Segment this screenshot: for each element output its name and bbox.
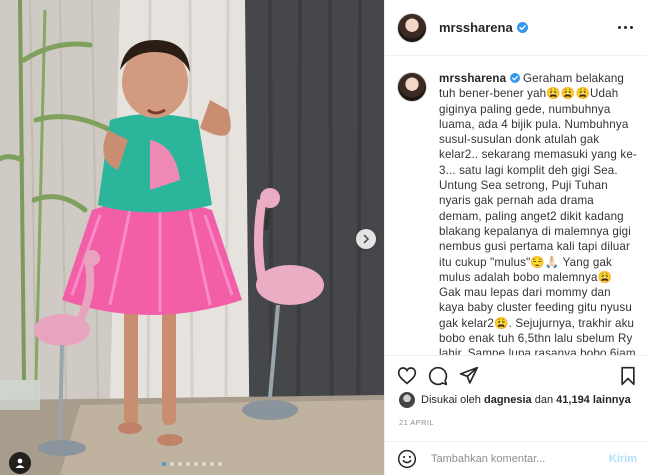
more-options-button[interactable] <box>614 22 637 33</box>
action-bar <box>385 355 647 395</box>
comment-button[interactable] <box>428 366 448 386</box>
carousel-dot <box>162 462 166 466</box>
bookmark-icon <box>621 366 635 385</box>
carousel-next-button[interactable] <box>356 229 376 249</box>
post-date[interactable]: 21 APRIL <box>399 418 434 427</box>
caption: mrssharena Geraham belakang tuh bener-be… <box>439 71 637 355</box>
post-photo[interactable] <box>0 0 384 475</box>
save-button[interactable] <box>619 366 637 386</box>
verified-badge-icon <box>506 72 523 85</box>
post-header: mrssharena <box>385 0 647 56</box>
carousel-dot <box>178 462 182 466</box>
paper-plane-icon <box>459 366 479 384</box>
carousel-dot <box>218 462 222 466</box>
post-side-panel: mrssharena mrssharena Geraham belakang t… <box>384 0 647 475</box>
comment-bar: Kirim <box>385 441 647 475</box>
likes-summary: Disukai oleh dagnesia dan 41,194 lainnya <box>399 392 631 408</box>
comment-input[interactable] <box>431 452 581 465</box>
avatar[interactable] <box>397 12 427 43</box>
avatar[interactable] <box>399 392 415 408</box>
emoji-button[interactable] <box>397 449 417 469</box>
photo-illustration <box>0 0 384 475</box>
caption-area[interactable]: mrssharena Geraham belakang tuh bener-be… <box>385 57 647 355</box>
post-comment-button[interactable]: Kirim <box>609 453 637 465</box>
likes-count-link[interactable]: 41,194 lainnya <box>556 394 631 406</box>
carousel-dot <box>202 462 206 466</box>
heart-icon <box>397 367 417 385</box>
carousel-indicator <box>0 462 384 466</box>
liked-by-username[interactable]: dagnesia <box>484 394 532 406</box>
carousel-dot <box>186 462 190 466</box>
likes-connector: dan <box>534 394 554 406</box>
caption-body: Geraham belakang tuh bener-bener yah😩😩😩U… <box>439 72 637 355</box>
carousel-dot <box>210 462 214 466</box>
share-button[interactable] <box>459 366 479 385</box>
like-button[interactable] <box>397 366 417 385</box>
likes-prefix: Disukai oleh <box>421 394 481 406</box>
avatar[interactable] <box>397 72 427 102</box>
verified-badge-icon <box>516 22 528 33</box>
more-options-icon <box>618 26 621 29</box>
caption-username[interactable]: mrssharena <box>439 72 506 85</box>
comment-icon <box>428 366 448 385</box>
carousel-dot <box>170 462 174 466</box>
emoji-icon <box>397 449 417 468</box>
carousel-dot <box>194 462 198 466</box>
chevron-right-icon <box>363 234 370 244</box>
header-username[interactable]: mrssharena <box>439 20 513 35</box>
